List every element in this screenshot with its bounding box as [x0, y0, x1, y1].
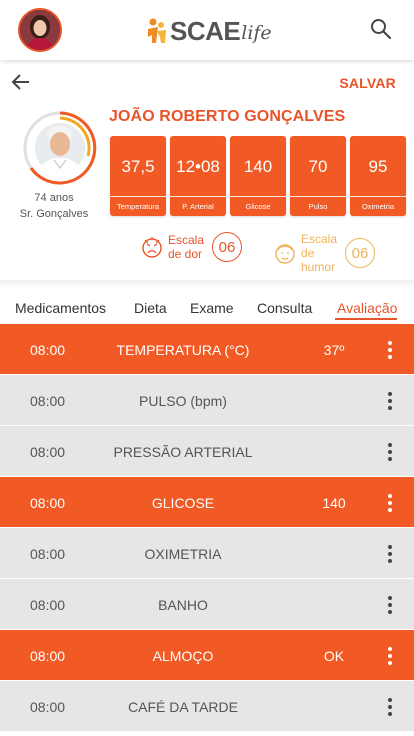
more-vert-icon[interactable] [386, 442, 394, 462]
vital-divider [230, 196, 286, 197]
logo-text: SCAE [170, 15, 241, 46]
item-time: 08:00 [30, 699, 66, 715]
pain-scale-value: 06 [212, 232, 242, 262]
list-item[interactable]: 08:00 TEMPERATURA (°C) 37º [0, 324, 414, 375]
user-avatar[interactable] [18, 8, 62, 52]
vital-card-temperatura[interactable]: 37,5 Temperatura [110, 136, 166, 216]
avatar-photo [20, 10, 60, 50]
item-time: 08:00 [30, 393, 66, 409]
evaluation-list: 08:00 TEMPERATURA (°C) 37º 08:00 PULSO (… [0, 324, 414, 732]
pain-scale[interactable]: Escala de dor 06 [140, 232, 242, 262]
list-item[interactable]: 08:00 BANHO [0, 579, 414, 630]
save-button[interactable]: SALVAR [339, 75, 396, 91]
vital-value: 95 [368, 157, 388, 176]
active-tab-indicator [335, 318, 397, 320]
vital-card-pressao-arterial[interactable]: 12•08 P. Arterial [170, 136, 226, 216]
item-value: 140 [322, 495, 346, 511]
top-app-bar: SCAE life [0, 0, 414, 60]
arrow-left-icon[interactable] [10, 71, 32, 93]
mood-face-icon [275, 244, 295, 264]
item-name: PULSO (bpm) [139, 393, 227, 409]
patient-photo [23, 111, 97, 185]
item-time: 08:00 [30, 495, 66, 511]
more-vert-icon[interactable] [386, 646, 394, 666]
item-name: ALMOÇO [152, 648, 214, 664]
pain-face-icon [142, 237, 162, 258]
vital-label: Oximetria [361, 202, 395, 211]
list-item[interactable]: 08:00 PRESSÃO ARTERIAL [0, 426, 414, 477]
tab-consulta[interactable]: Consulta [257, 300, 312, 316]
mood-scale[interactable]: Escala de humor 06 [273, 232, 375, 274]
list-item[interactable]: 08:00 ALMOÇO OK [0, 630, 414, 681]
vital-value: 70 [308, 157, 328, 176]
vital-label: Glicose [245, 202, 271, 211]
vital-value: 12•08 [176, 157, 220, 176]
mood-scale-line2: de humor [301, 246, 336, 274]
vital-label: P. Arterial [182, 202, 214, 211]
more-vert-icon[interactable] [386, 391, 394, 411]
item-time: 08:00 [30, 648, 66, 664]
search-icon[interactable] [370, 18, 392, 40]
mood-scale-line1: Escala [301, 232, 338, 246]
list-item[interactable]: 08:00 PULSO (bpm) [0, 375, 414, 426]
list-item[interactable]: 08:00 OXIMETRIA [0, 528, 414, 579]
item-time: 08:00 [30, 597, 66, 613]
logo-figures-icon [148, 18, 166, 43]
tab-avaliacao[interactable]: Avaliação [337, 300, 397, 316]
tab-dieta[interactable]: Dieta [134, 300, 167, 316]
vital-divider [170, 196, 226, 197]
mood-scale-label: Escala de humor [301, 232, 341, 274]
tab-exame[interactable]: Exame [190, 300, 234, 316]
vital-divider [290, 196, 346, 197]
patient-age-block: 74 anos Sr. Gonçalves [10, 190, 98, 222]
item-value: OK [323, 648, 345, 664]
vital-divider [110, 196, 166, 197]
patient-age: 74 anos [34, 192, 74, 204]
item-name: CAFÉ DA TARDE [128, 699, 238, 715]
pain-scale-label: Escala de dor [168, 233, 208, 261]
app-logo: SCAE life [146, 15, 272, 47]
vital-card-glicose[interactable]: 140 Glicose [230, 136, 286, 216]
vitals-cards: 37,5 Temperatura 12•08 P. Arterial 140 G… [110, 136, 406, 216]
mood-scale-value: 06 [345, 238, 375, 268]
vital-label: Pulso [308, 202, 328, 211]
item-name: GLICOSE [151, 495, 215, 511]
more-vert-icon[interactable] [386, 697, 394, 717]
item-value: 37º [323, 342, 345, 358]
vital-value: 140 [243, 157, 273, 176]
patient-name: JOÃO ROBERTO GONÇALVES [109, 108, 346, 125]
list-item[interactable]: 08:00 GLICOSE 140 [0, 477, 414, 528]
item-time: 08:00 [30, 444, 66, 460]
more-vert-icon[interactable] [386, 544, 394, 564]
pain-scale-line1: Escala [168, 233, 205, 247]
vital-card-pulso[interactable]: 70 Pulso [290, 136, 346, 216]
vital-value: 37,5 [121, 157, 155, 176]
vital-label: Temperatura [116, 202, 160, 211]
section-divider [0, 280, 414, 288]
item-time: 08:00 [30, 546, 66, 562]
pain-scale-line2: de dor [168, 247, 203, 261]
tab-medicamentos[interactable]: Medicamentos [15, 300, 106, 316]
list-item[interactable]: 08:00 CAFÉ DA TARDE [0, 681, 414, 732]
vital-card-oximetria[interactable]: 95 Oximetria [350, 136, 406, 216]
item-name: BANHO [158, 597, 208, 613]
logo-suffix: life [241, 22, 272, 44]
vital-divider [350, 196, 406, 197]
patient-nickname: Sr. Gonçalves [19, 208, 89, 220]
more-vert-icon[interactable] [386, 340, 394, 360]
more-vert-icon[interactable] [386, 493, 394, 513]
more-vert-icon[interactable] [386, 595, 394, 615]
app-screen: SCAE life SALVAR 74 anos Sr. Gonçalves J… [0, 0, 414, 736]
item-name: TEMPERATURA (°C) [116, 342, 250, 358]
item-name: OXIMETRIA [144, 546, 222, 562]
item-name: PRESSÃO ARTERIAL [113, 444, 253, 460]
tab-bar: Medicamentos Dieta Exame Consulta Avalia… [0, 296, 414, 324]
item-time: 08:00 [30, 342, 66, 358]
